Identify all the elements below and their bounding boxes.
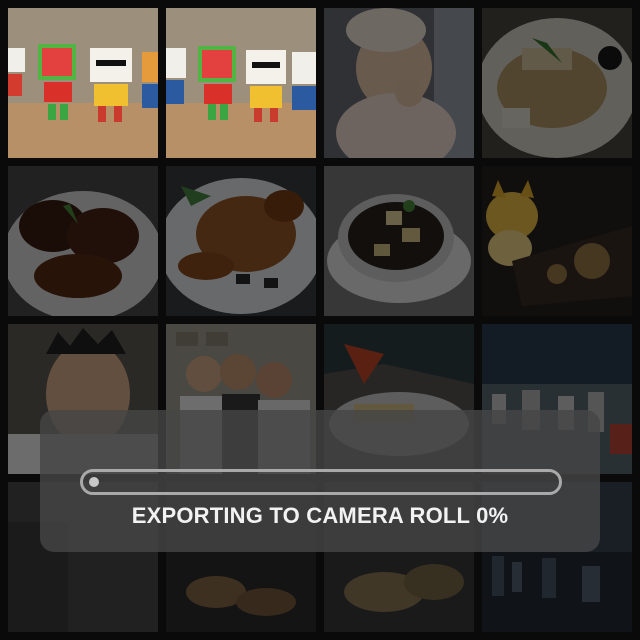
export-progress-fill: [89, 477, 99, 487]
photo-thumbnail[interactable]: [166, 166, 316, 316]
photo-thumbnail[interactable]: [324, 166, 474, 316]
photo-thumbnail[interactable]: [482, 166, 632, 316]
photo-thumbnail[interactable]: [8, 166, 158, 316]
export-progress-bar: [80, 469, 562, 495]
export-status-text: EXPORTING TO CAMERA ROLL 0%: [131, 503, 509, 528]
export-progress-dialog: EXPORTING TO CAMERA ROLL 0%: [40, 410, 600, 552]
photo-thumbnail[interactable]: [8, 8, 158, 158]
photo-thumbnail[interactable]: [482, 8, 632, 158]
photo-thumbnail[interactable]: [324, 8, 474, 158]
photo-thumbnail[interactable]: [166, 8, 316, 158]
